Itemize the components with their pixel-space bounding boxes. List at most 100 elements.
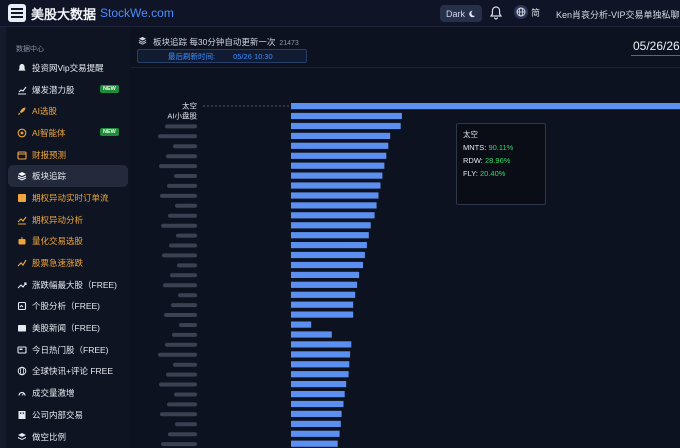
bar[interactable]	[291, 301, 354, 308]
blurred-category-label	[176, 233, 197, 238]
sidebar-item-label: 股票急速涨跌	[32, 258, 84, 269]
bar[interactable]	[291, 132, 391, 139]
sidebar-item[interactable]: 美股新闻（FREE)	[6, 317, 130, 339]
tooltip-row: RDW: 28.96%	[463, 156, 511, 165]
blurred-category-label	[167, 402, 197, 407]
sidebar-item[interactable]: 涨跌幅最大股（FREE)	[6, 274, 130, 296]
sidebar-item[interactable]: AI智能体 NEW	[6, 122, 130, 144]
bar[interactable]	[291, 261, 363, 269]
sidebar-item[interactable]: AI选股	[6, 100, 130, 122]
tooltip-row: MNTS: 90.11%	[463, 143, 514, 152]
blurred-category-label	[179, 323, 197, 327]
sidebar: 数据中心 投资网Vip交易提醒 爆发潜力股 NEW AI选股 AI智能体 NEW 财报预测板…	[6, 27, 135, 448]
bar[interactable]	[291, 251, 365, 259]
bar[interactable]	[291, 142, 389, 149]
bar[interactable]	[291, 281, 358, 288]
bar[interactable]	[291, 400, 344, 408]
blurred-category-label	[159, 164, 197, 169]
sidebar-item-label: 爆发潜力股	[32, 84, 75, 95]
bar[interactable]	[291, 242, 367, 249]
globe-icon	[514, 5, 528, 19]
category-label: AI小盘股	[167, 110, 197, 120]
sidebar-item-label: 期权异动分析	[32, 214, 84, 225]
bar[interactable]	[291, 152, 387, 159]
sidebar-item-label: 个股分析（FREE)	[32, 301, 101, 312]
bar[interactable]	[291, 361, 350, 368]
bar[interactable]	[291, 440, 338, 447]
short-icon	[17, 432, 27, 442]
bar[interactable]	[291, 420, 341, 427]
sidebar-item[interactable]: 个股分析（FREE)	[6, 296, 130, 318]
hot-icon	[17, 345, 27, 355]
bar[interactable]	[291, 391, 345, 398]
bar[interactable]	[291, 192, 379, 199]
blurred-category-label	[158, 352, 197, 357]
bar[interactable]	[291, 351, 351, 358]
blurred-category-label	[173, 362, 197, 367]
blurred-category-label	[168, 213, 197, 218]
sidebar-item[interactable]: 股票急速涨跌	[6, 252, 130, 274]
bar[interactable]	[291, 381, 347, 388]
vip-promo-link[interactable]: Ken肖哀分析-VIP交易单独私聊	[556, 8, 680, 21]
sidebar-section-title: 数据中心	[16, 46, 44, 53]
bar[interactable]	[291, 430, 340, 437]
bar[interactable]	[291, 331, 332, 338]
bar[interactable]	[291, 122, 401, 130]
sidebar-item-label: 公司内部交易	[32, 409, 84, 420]
bar[interactable]	[291, 162, 385, 169]
bar[interactable]	[291, 311, 354, 318]
tooltip-title: 太空	[463, 130, 478, 139]
search-icon	[17, 301, 27, 311]
sidebar-item[interactable]: 投资网Vip交易提醒	[6, 57, 130, 79]
bar[interactable]	[291, 222, 371, 229]
blurred-category-label	[159, 382, 197, 387]
theme-toggle-button[interactable]: Dark	[440, 5, 482, 22]
sidebar-item-label: 板块追踪	[32, 171, 67, 182]
robot-icon	[17, 236, 27, 246]
bar[interactable]	[291, 103, 680, 110]
blurred-category-label	[167, 183, 197, 188]
sidebar-item[interactable]: 量化交易选股	[6, 231, 130, 253]
sidebar-item[interactable]: 期权异动分析	[6, 209, 130, 231]
bar[interactable]	[291, 212, 375, 219]
logo-text: 美股大数据	[31, 6, 97, 22]
sidebar-item[interactable]: 成交量激增	[6, 382, 130, 404]
bar[interactable]	[291, 112, 402, 120]
sidebar-item-label: 投资网Vip交易提醒	[32, 62, 104, 73]
sidebar-item[interactable]: 爆发潜力股 NEW	[6, 79, 130, 101]
new-badge: NEW	[100, 84, 119, 93]
bar[interactable]	[291, 202, 377, 209]
sidebar-item-label: 量化交易选股	[32, 236, 84, 247]
blurred-category-label	[175, 422, 197, 427]
language-selector[interactable]: 简	[514, 5, 540, 19]
bar[interactable]	[291, 291, 356, 298]
bar[interactable]	[291, 182, 381, 189]
sidebar-item[interactable]: 做空比例	[6, 426, 130, 448]
chart-tooltip: 太空 MNTS: 90.11% RDW: 28.96% FLY: 20.40%	[456, 123, 546, 205]
bar[interactable]	[291, 172, 383, 179]
bar[interactable]	[291, 321, 312, 328]
bar[interactable]	[291, 341, 352, 348]
sidebar-item[interactable]: 板块追踪	[8, 165, 128, 188]
spark-icon	[17, 258, 27, 268]
sidebar-menu: 投资网Vip交易提醒 爆发潜力股 NEW AI选股 AI智能体 NEW 财报预测板块追踪期权…	[6, 57, 130, 447]
bar[interactable]	[291, 410, 342, 417]
logo-url[interactable]: StockWe.com	[100, 6, 174, 20]
sidebar-item-label: 今日热门股（FREE)	[32, 344, 109, 355]
bar[interactable]	[291, 232, 369, 239]
sidebar-item-label: 美股新闻（FREE)	[32, 323, 101, 334]
sidebar-item[interactable]: 公司内部交易	[6, 404, 130, 426]
sidebar-item[interactable]: 今日热门股（FREE)	[6, 339, 130, 361]
sidebar-item-label: 成交量激增	[32, 388, 75, 399]
sidebar-item-label: 期权异动实时订单流	[32, 192, 109, 203]
sidebar-item[interactable]: 全球快讯+评论 FREE	[6, 361, 130, 383]
notification-bell-icon[interactable]	[490, 6, 502, 20]
site-logo[interactable]: 美股大数据 StockWe.com	[8, 4, 174, 23]
blurred-category-label	[165, 342, 197, 347]
blurred-category-label	[171, 303, 197, 308]
sidebar-item[interactable]: 期权异动实时订单流	[6, 187, 130, 209]
bar[interactable]	[291, 371, 349, 378]
trend-icon	[17, 280, 27, 290]
bar[interactable]	[291, 271, 360, 278]
sidebar-item[interactable]: 财报预测	[6, 144, 130, 166]
